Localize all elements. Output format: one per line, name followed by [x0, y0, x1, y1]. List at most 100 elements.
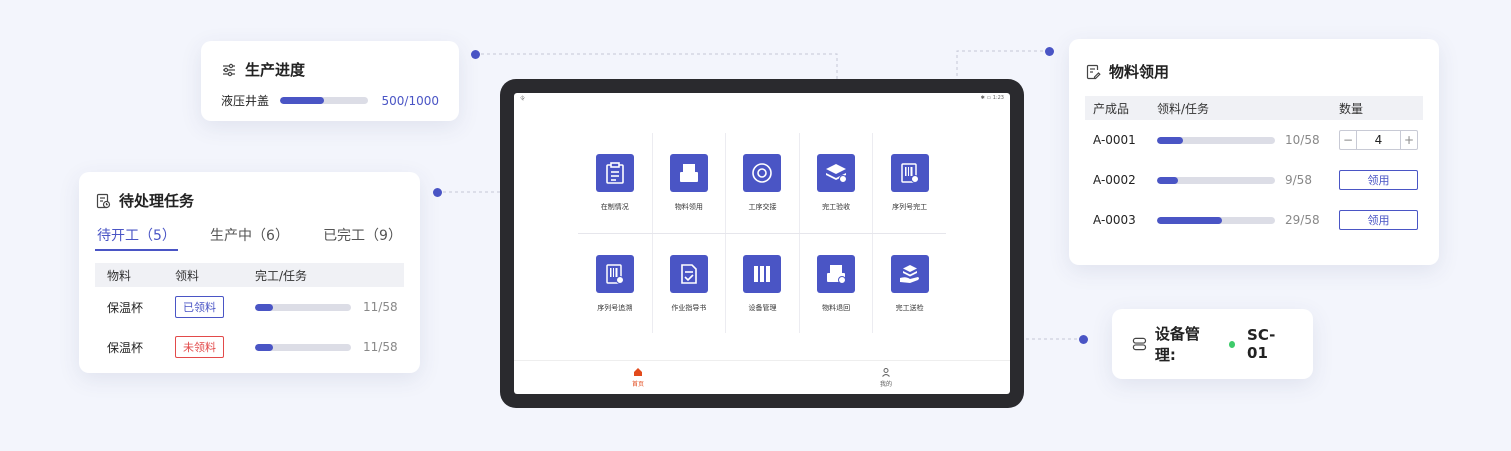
status-badge: 未领料	[175, 336, 224, 358]
claim-button[interactable]: 领用	[1339, 210, 1418, 230]
equipment-label: 设备管理:	[1154, 325, 1200, 364]
task-count: 11/58	[363, 300, 398, 314]
quantity-stepper[interactable]: − 4 +	[1339, 130, 1418, 150]
column-header: 领料/任务	[1157, 101, 1210, 116]
edit-document-icon	[1086, 64, 1101, 79]
app-tile[interactable]: 序列号追溯	[578, 234, 652, 333]
nav-home[interactable]: 首页	[632, 367, 644, 388]
card-title: 物料领用	[1109, 63, 1170, 81]
status-bar: 令 ✱ ▭ 1:23	[514, 93, 1010, 103]
column-header: 产成品	[1093, 101, 1130, 116]
connector-dot-materials	[1045, 47, 1054, 56]
requisition-count: 9/58	[1285, 173, 1312, 187]
nav-profile[interactable]: 我的	[880, 367, 892, 388]
equipment-management-card: 设备管理: SC-01	[1112, 309, 1313, 379]
tablet-device: 令 ✱ ▭ 1:23 在制情况 物料领用 工序交接 完工验收 序列号完工 序列号…	[500, 79, 1024, 408]
nav-label: 首页	[631, 381, 644, 388]
pending-tasks-card: 待处理任务 待开工（5） 生产中（6） 已完工（9） 物料 领料 完工/任务 保…	[79, 172, 420, 373]
product-code: A-0001	[1093, 133, 1136, 147]
app-label: 作业指导书	[671, 303, 707, 312]
minus-button[interactable]: −	[1340, 131, 1356, 149]
requisition-count: 29/58	[1285, 213, 1320, 227]
status-indicators: ✱ ▭ 1:23	[980, 95, 1004, 101]
table-row: A-0002 9/58 领用	[1085, 160, 1423, 200]
progress-bar	[1157, 136, 1275, 144]
server-icon	[1132, 337, 1147, 351]
tab-to-start[interactable]: 待开工（5）	[95, 223, 178, 251]
app-label: 物料领用	[674, 203, 703, 211]
progress-bar	[1157, 176, 1275, 184]
app-label: 完工验收	[822, 203, 851, 211]
equipment-icon	[743, 254, 782, 293]
table-row[interactable]: 保温杯 未领料 11/58	[95, 327, 404, 367]
card-title: 生产进度	[245, 61, 306, 79]
tablet-screen: 令 ✱ ▭ 1:23 在制情况 物料领用 工序交接 完工验收 序列号完工 序列号…	[514, 93, 1010, 394]
tab-completed[interactable]: 已完工（9）	[321, 223, 404, 251]
tab-in-production[interactable]: 生产中（6）	[208, 223, 291, 251]
column-header: 完工/任务	[255, 268, 308, 283]
connector-dot-equipment	[1079, 335, 1088, 344]
material-return-icon	[817, 254, 856, 293]
column-header: 领料	[175, 268, 200, 283]
progress-bar	[255, 343, 351, 351]
material-requisition-card: 物料领用 产成品 领料/任务 数量 A-0001 10/58 − 4 + A-0…	[1069, 39, 1439, 265]
plus-button[interactable]: +	[1401, 131, 1417, 149]
app-tile[interactable]: 设备管理	[725, 234, 799, 333]
material-name: 保温杯	[107, 300, 144, 315]
hand-package-icon	[890, 254, 929, 293]
status-badge: 已领料	[175, 296, 224, 318]
app-tile[interactable]: 在制情况	[578, 133, 652, 233]
home-icon	[633, 368, 642, 376]
barcode-check-icon	[890, 154, 929, 192]
app-tile[interactable]: 物料领用	[651, 133, 726, 233]
table-row[interactable]: 保温杯 已领料 11/58	[95, 287, 404, 327]
app-grid: 在制情况 物料领用 工序交接 完工验收 序列号完工 序列号追溯 作业指导书 设备…	[578, 133, 946, 333]
app-label: 工序交接	[748, 203, 777, 211]
column-header: 物料	[107, 268, 132, 283]
nav-label: 我的	[879, 381, 892, 388]
table-row: A-0003 29/58 领用	[1085, 200, 1423, 240]
material-name: 保温杯	[107, 340, 144, 355]
progress-item-name: 液压井盖	[221, 94, 270, 108]
app-tile[interactable]: 工序交接	[725, 133, 799, 233]
table-row: A-0001 10/58 − 4 +	[1085, 120, 1423, 160]
connector-dot-progress	[471, 50, 480, 59]
progress-bar	[1157, 216, 1275, 224]
card-title: 待处理任务	[119, 192, 195, 210]
app-label: 完工送检	[895, 303, 924, 312]
app-label: 序列号追溯	[597, 303, 633, 312]
app-label: 序列号完工	[892, 203, 928, 211]
transfer-icon	[743, 154, 782, 192]
task-count: 11/58	[363, 340, 398, 354]
printer-icon	[669, 154, 708, 192]
user-icon	[882, 368, 890, 377]
app-tile[interactable]: 序列号完工	[872, 133, 946, 233]
task-tabs: 待开工（5） 生产中（6） 已完工（9）	[95, 223, 404, 251]
production-progress-card: 生产进度 液压井盖 500/1000	[201, 41, 459, 121]
barcode-trace-icon	[595, 254, 634, 293]
layers-check-icon	[817, 154, 856, 192]
progress-value: 500/1000	[381, 93, 440, 108]
claim-button[interactable]: 领用	[1339, 170, 1418, 190]
progress-bar	[279, 97, 368, 104]
requisition-count: 10/58	[1285, 133, 1320, 147]
app-tile[interactable]: 作业指导书	[651, 234, 726, 333]
bottom-nav: 首页 我的	[514, 360, 1010, 394]
progress-bar	[255, 303, 351, 311]
app-label: 在制情况	[600, 203, 629, 211]
table-header: 产成品 领料/任务 数量	[1085, 96, 1423, 120]
sliders-icon	[223, 63, 235, 76]
app-tile[interactable]: 完工验收	[798, 133, 873, 233]
app-label: 物料退回	[822, 303, 851, 312]
app-tile[interactable]: 物料退回	[798, 234, 873, 333]
connector-dot-tasks	[433, 188, 442, 197]
equipment-code: SC-01	[1247, 326, 1276, 362]
app-tile[interactable]: 完工送检	[872, 234, 946, 333]
table-header: 物料 领料 完工/任务	[95, 263, 404, 287]
quantity-value[interactable]: 4	[1356, 131, 1401, 149]
wifi-icon: 令	[520, 96, 526, 102]
status-dot	[1228, 340, 1236, 348]
document-check-icon	[669, 254, 708, 293]
column-header: 数量	[1339, 101, 1364, 116]
product-code: A-0002	[1093, 173, 1136, 187]
